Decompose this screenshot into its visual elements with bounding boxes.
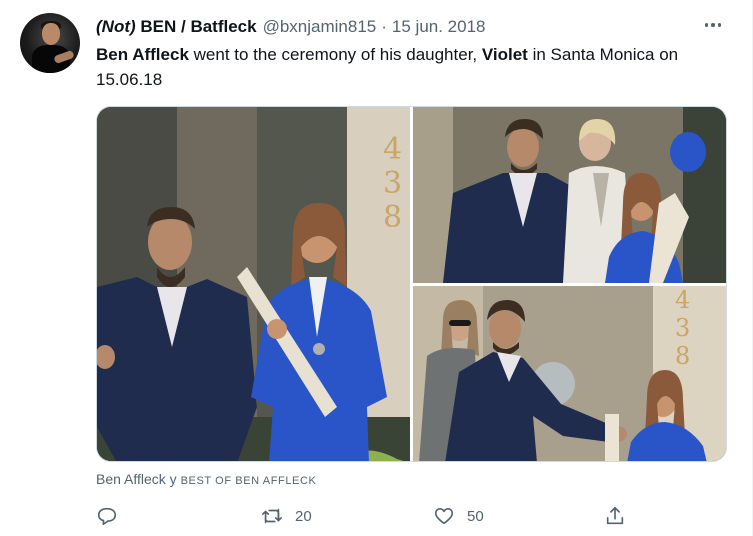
photo-3[interactable]: 4 3 8 — [413, 286, 726, 461]
display-name-main[interactable]: BEN / Batfleck — [140, 17, 256, 36]
retweet-icon — [262, 508, 282, 524]
tweet-text-daughter: Violet — [481, 45, 528, 64]
tweet-text-part1: went to the ceremony of his daughter, — [188, 45, 482, 64]
svg-text:8: 8 — [675, 342, 690, 370]
svg-text:4: 4 — [675, 286, 690, 314]
share-icon — [606, 506, 624, 525]
tweet-header: (Not) BEN / Batfleck @bxnjamin815 · 15 j… — [96, 15, 486, 39]
retweet-button[interactable]: 20 — [261, 502, 312, 530]
reply-icon — [97, 507, 117, 526]
media-attribution: Ben Affleck y BEST OF BEN AFFLECK — [96, 471, 316, 487]
tweet-text: Ben Affleck went to the ceremony of his … — [96, 42, 736, 92]
like-button[interactable]: 50 — [433, 502, 484, 530]
retweet-count: 20 — [295, 507, 312, 525]
svg-text:3: 3 — [383, 166, 402, 201]
like-icon — [434, 508, 454, 525]
svg-text:4: 4 — [383, 132, 402, 167]
share-button[interactable] — [604, 502, 626, 530]
display-name[interactable]: (Not) BEN / Batfleck — [96, 17, 257, 37]
separator-dot: · — [381, 17, 387, 36]
svg-text:8: 8 — [383, 200, 402, 235]
media-grid: 4 3 8 4 3 8 — [96, 106, 727, 462]
more-icon[interactable] — [702, 14, 724, 36]
avatar[interactable] — [20, 13, 80, 73]
photo-1[interactable]: 4 3 8 — [97, 107, 410, 461]
user-handle[interactable]: @bxnjamin815 — [263, 17, 377, 37]
attribution-name[interactable]: Ben Affleck — [96, 471, 166, 487]
attribution-joiner: y — [165, 471, 181, 487]
display-name-prefix[interactable]: (Not) — [96, 17, 136, 36]
svg-text:3: 3 — [675, 314, 690, 342]
avatar-face — [42, 23, 60, 45]
action-bar: 20 50 — [96, 502, 636, 530]
like-count: 50 — [467, 507, 484, 525]
tweet-text-name: Ben Affleck — [96, 45, 189, 64]
attribution-other[interactable]: BEST OF BEN AFFLECK — [181, 475, 317, 487]
photo-2[interactable] — [413, 107, 726, 283]
reply-button[interactable] — [96, 502, 130, 530]
tweet-date[interactable]: 15 jun. 2018 — [392, 17, 486, 37]
tweet[interactable]: (Not) BEN / Batfleck @bxnjamin815 · 15 j… — [0, 0, 753, 536]
